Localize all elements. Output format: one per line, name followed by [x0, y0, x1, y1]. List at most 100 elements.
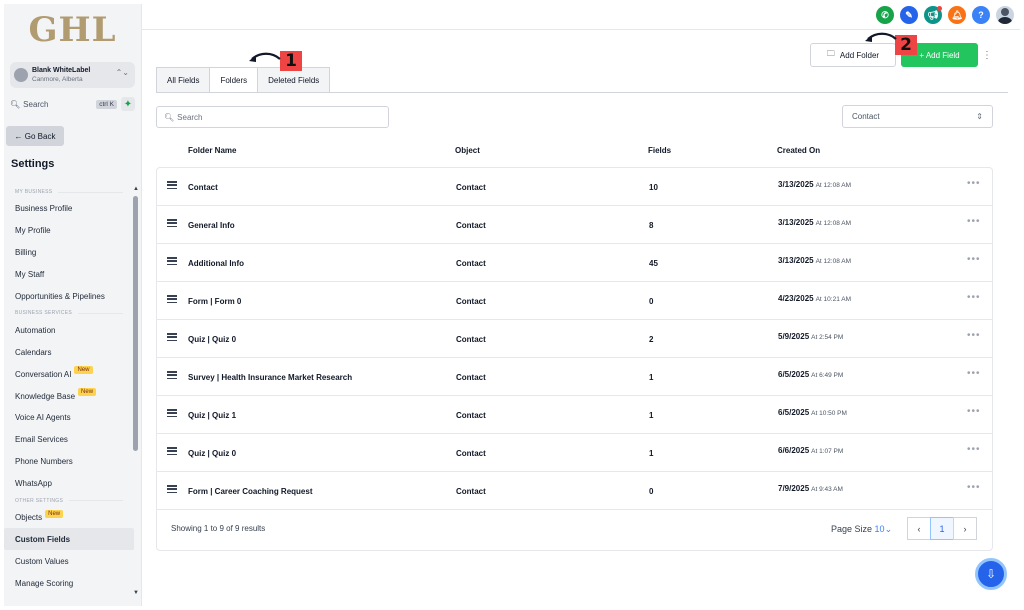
- help-icon[interactable]: ?: [972, 6, 990, 24]
- section-business-services: BUSINESS SERVICES: [4, 307, 134, 319]
- drag-handle-icon[interactable]: [167, 447, 177, 455]
- row-more-icon[interactable]: •••: [967, 330, 981, 341]
- table-row[interactable]: General Info Contact 8 3/13/2025 At 12:08…: [157, 206, 992, 244]
- folder-name[interactable]: Form | Form 0: [188, 297, 241, 306]
- row-more-icon[interactable]: •••: [967, 292, 981, 303]
- sidebar-item-conversation-ai[interactable]: Conversation AI New: [4, 363, 134, 385]
- drag-handle-icon[interactable]: [167, 257, 177, 265]
- table-row[interactable]: Survey | Health Insurance Market Researc…: [157, 358, 992, 396]
- drag-handle-icon[interactable]: [167, 219, 177, 227]
- account-name: Blank WhiteLabel: [32, 67, 91, 74]
- next-page-button[interactable]: ›: [953, 517, 977, 540]
- folder-name[interactable]: Form | Career Coaching Request: [188, 487, 313, 496]
- sidebar-item-custom-values[interactable]: Custom Values: [4, 550, 134, 572]
- bell-icon[interactable]: 🔔︎: [948, 6, 966, 24]
- drag-handle-icon[interactable]: [167, 295, 177, 303]
- prev-page-button[interactable]: ‹: [907, 517, 931, 540]
- sidebar-item-whatsapp[interactable]: WhatsApp: [4, 473, 134, 495]
- row-more-icon[interactable]: •••: [967, 254, 981, 265]
- table-row[interactable]: Quiz | Quiz 0 Contact 1 6/6/2025 At 1:07 …: [157, 434, 992, 472]
- created-time: At 10:50 PM: [811, 410, 847, 417]
- row-more-icon[interactable]: •••: [967, 406, 981, 417]
- folder-name[interactable]: Contact: [188, 183, 218, 192]
- table-row[interactable]: Contact Contact 10 3/13/2025 At 12:08 AM …: [157, 168, 992, 206]
- created-time: At 2:54 PM: [811, 334, 844, 341]
- col-object[interactable]: Object: [455, 146, 480, 155]
- folder-name[interactable]: General Info: [188, 221, 235, 230]
- created-date: 3/13/2025: [778, 218, 814, 227]
- drag-handle-icon[interactable]: [167, 181, 177, 189]
- avatar[interactable]: [996, 6, 1014, 24]
- page-number-button[interactable]: 1: [930, 517, 954, 540]
- row-more-icon[interactable]: •••: [967, 178, 981, 189]
- folder-field-count: 1: [649, 449, 654, 458]
- magic-wand-icon[interactable]: ✎: [900, 6, 918, 24]
- row-more-icon[interactable]: •••: [967, 216, 981, 227]
- add-folder-button[interactable]: 🗀 Add Folder: [810, 43, 896, 67]
- sidebar-item-email-services[interactable]: Email Services: [4, 429, 134, 451]
- sidebar-item-business-profile[interactable]: Business Profile: [4, 198, 134, 220]
- scroll-down-icon[interactable]: ▼: [133, 590, 139, 596]
- sidebar-item-voice-ai[interactable]: Voice AI Agents: [4, 407, 134, 429]
- folder-search-input[interactable]: 🔍︎ Search: [156, 106, 389, 128]
- row-more-icon[interactable]: •••: [967, 368, 981, 379]
- sidebar-item-knowledge-base[interactable]: Knowledge Base New: [4, 385, 134, 407]
- drag-handle-icon[interactable]: [167, 409, 177, 417]
- tab-folders[interactable]: Folders: [209, 67, 259, 93]
- chat-widget-icon[interactable]: ⇩: [975, 558, 1007, 590]
- folder-name[interactable]: Quiz | Quiz 0: [188, 449, 236, 458]
- row-more-icon[interactable]: •••: [967, 482, 981, 493]
- table-row[interactable]: Form | Form 0 Contact 0 4/23/2025 At 10:2…: [157, 282, 992, 320]
- sidebar-item-custom-fields[interactable]: Custom Fields: [4, 528, 134, 551]
- search-shortcut: ctrl K: [96, 99, 117, 109]
- sidebar-item-billing[interactable]: Billing: [4, 242, 134, 264]
- table-row[interactable]: Form | Career Coaching Request Contact 0…: [157, 472, 992, 510]
- row-more-icon[interactable]: •••: [967, 444, 981, 455]
- created-date: 5/9/2025: [778, 332, 810, 341]
- folder-object: Contact: [456, 449, 486, 458]
- page-size-select[interactable]: Page Size 10⌄: [831, 524, 892, 535]
- sidebar-item-objects[interactable]: Objects New: [4, 507, 134, 529]
- folder-field-count: 10: [649, 183, 658, 192]
- folder-object: Contact: [456, 183, 486, 192]
- sidebar-item-my-profile[interactable]: My Profile: [4, 220, 134, 242]
- folder-name[interactable]: Quiz | Quiz 1: [188, 411, 236, 420]
- sidebar-item-calendars[interactable]: Calendars: [4, 341, 134, 363]
- drag-handle-icon[interactable]: [167, 333, 177, 341]
- phone-icon[interactable]: ✆: [876, 6, 894, 24]
- sidebar-item-phone-numbers[interactable]: Phone Numbers: [4, 451, 134, 473]
- scroll-thumb[interactable]: [133, 196, 138, 451]
- folder-created-on: 7/9/2025 At 9:43 AM: [778, 484, 843, 493]
- sidebar-item-automation[interactable]: Automation: [4, 319, 134, 341]
- sidebar-item-my-staff[interactable]: My Staff: [4, 264, 134, 286]
- folder-created-on: 3/13/2025 At 12:08 AM: [778, 218, 851, 227]
- folder-name[interactable]: Additional Info: [188, 259, 244, 268]
- sidebar-search[interactable]: 🔍︎ Search ctrl K: [10, 96, 117, 112]
- folder-name[interactable]: Survey | Health Insurance Market Researc…: [188, 373, 352, 382]
- quick-add-icon[interactable]: ✦: [121, 97, 135, 111]
- sidebar-item-manage-scoring[interactable]: Manage Scoring: [4, 572, 134, 594]
- folder-field-count: 0: [649, 297, 654, 306]
- folders-table: Contact Contact 10 3/13/2025 At 12:08 AM …: [156, 167, 993, 551]
- folder-name[interactable]: Quiz | Quiz 0: [188, 335, 236, 344]
- scroll-up-icon[interactable]: ▲: [133, 186, 139, 192]
- object-select[interactable]: Contact ⇕: [842, 105, 993, 128]
- table-row[interactable]: Additional Info Contact 45 3/13/2025 At 1…: [157, 244, 992, 282]
- more-options-icon[interactable]: ⋮: [982, 48, 992, 62]
- sidebar-scrollbar[interactable]: ▲ ▼: [132, 186, 140, 596]
- table-row[interactable]: Quiz | Quiz 1 Contact 1 6/5/2025 At 10:50…: [157, 396, 992, 434]
- col-folder-name[interactable]: Folder Name: [188, 146, 236, 155]
- account-switcher[interactable]: Blank WhiteLabel Canmore, Alberta ⌃⌄: [10, 62, 135, 88]
- created-time: At 12:08 AM: [815, 258, 852, 265]
- col-created-on[interactable]: Created On: [777, 146, 820, 155]
- chevron-updown-icon: ⇕: [976, 112, 983, 121]
- table-row[interactable]: Quiz | Quiz 0 Contact 2 5/9/2025 At 2:54 …: [157, 320, 992, 358]
- drag-handle-icon[interactable]: [167, 485, 177, 493]
- col-fields[interactable]: Fields: [648, 146, 671, 155]
- go-back-button[interactable]: ← Go Back: [6, 126, 64, 146]
- megaphone-icon[interactable]: 📢︎: [924, 6, 942, 24]
- drag-handle-icon[interactable]: [167, 371, 177, 379]
- sidebar-item-opportunities[interactable]: Opportunities & Pipelines: [4, 286, 134, 308]
- tab-all-fields[interactable]: All Fields: [156, 67, 211, 92]
- company-logo[interactable]: GHL: [4, 4, 141, 56]
